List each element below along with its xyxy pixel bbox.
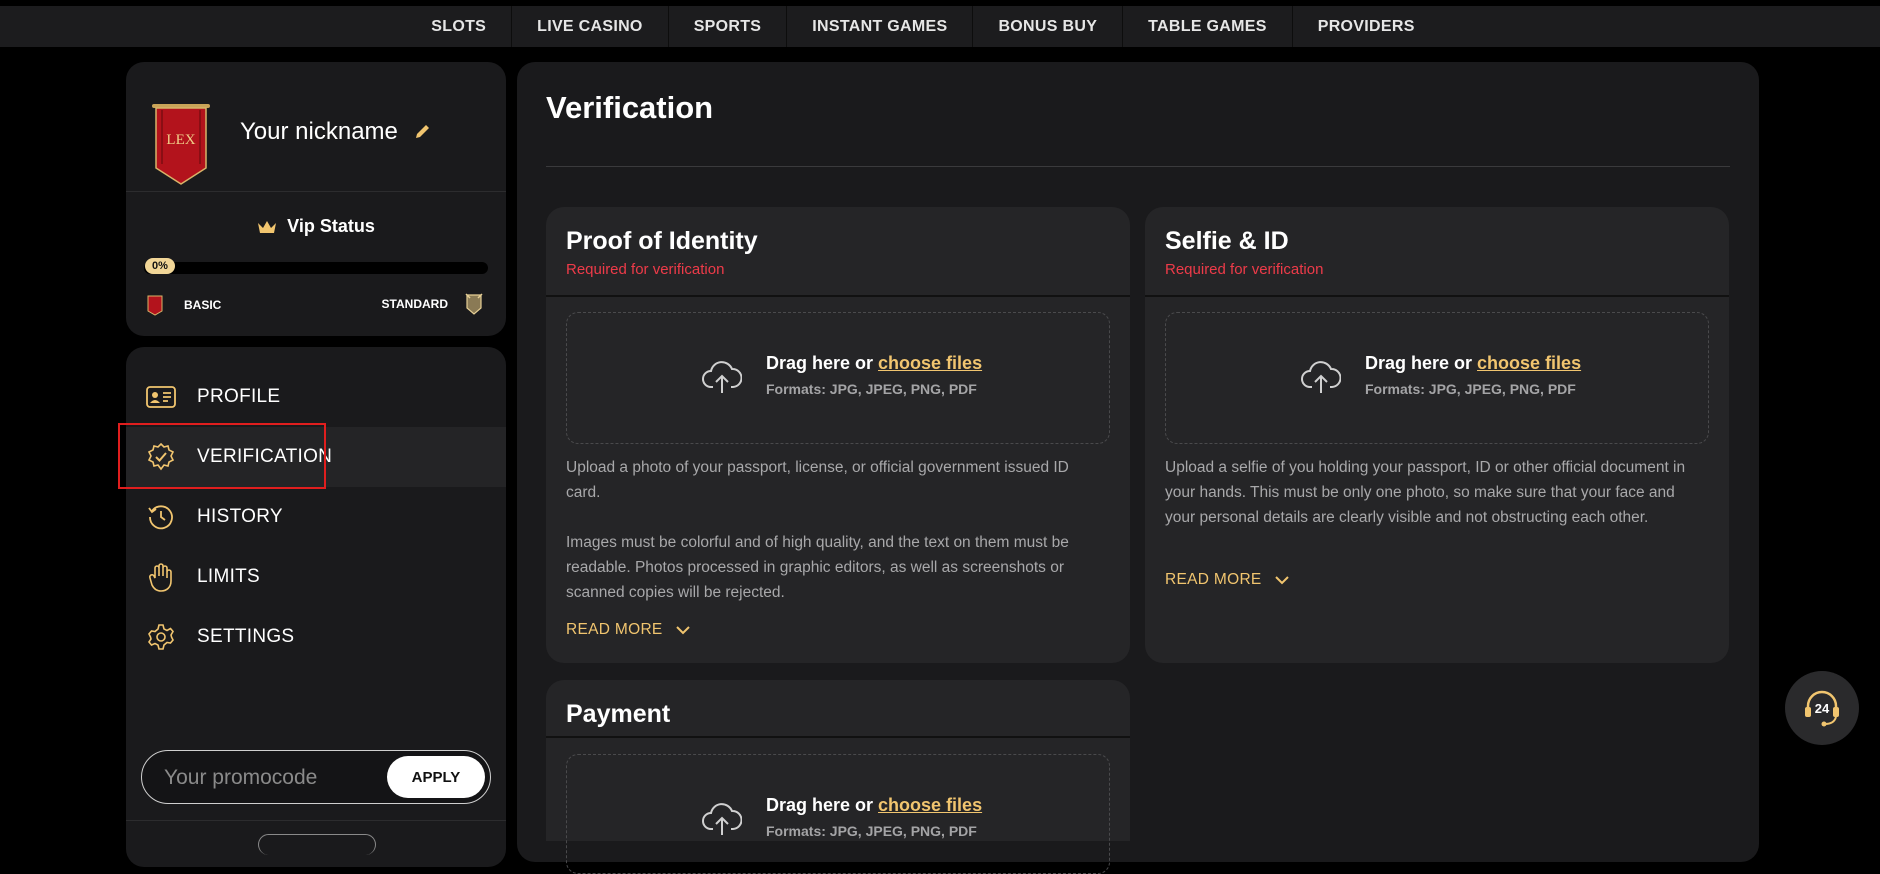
chevron-down-icon: [1274, 576, 1289, 585]
headset-support-icon: 24: [1805, 690, 1839, 727]
tab-table-games[interactable]: TABLE GAMES: [1123, 6, 1293, 47]
formats-label: Formats: JPG, JPEG, PNG, PDF: [766, 823, 977, 839]
support-chat-button[interactable]: 24: [1785, 671, 1859, 745]
required-label: Required for verification: [1165, 261, 1324, 278]
menu-item-label: LIMITS: [197, 566, 261, 587]
card-title: Proof of Identity: [566, 227, 758, 255]
cloud-upload-icon: [702, 361, 742, 393]
vip-status: Vip Status: [126, 216, 506, 237]
basic-level-icon: [147, 295, 163, 316]
crown-icon: [258, 220, 277, 233]
read-more-label: READ MORE: [566, 621, 663, 638]
vip-progress-percent: 0%: [145, 258, 175, 274]
tab-sports[interactable]: SPORTS: [669, 6, 788, 47]
menu-item-limits[interactable]: LIMITS: [126, 547, 506, 607]
vip-progress-bar: [144, 262, 488, 274]
cloud-upload-icon: [702, 803, 742, 835]
required-label: Required for verification: [566, 261, 725, 278]
read-more-label: READ MORE: [1165, 571, 1262, 588]
proof-of-identity-card: Proof of Identity Required for verificat…: [546, 207, 1130, 663]
id-card-icon: [145, 381, 177, 413]
hand-icon: [145, 561, 177, 593]
tab-bonus-buy[interactable]: BONUS BUY: [973, 6, 1124, 47]
tab-instant-games[interactable]: INSTANT GAMES: [787, 6, 974, 47]
tab-live-casino[interactable]: LIVE CASINO: [512, 6, 669, 47]
verified-badge-icon: [145, 441, 177, 473]
bottom-pill-button[interactable]: [258, 834, 376, 855]
top-nav: SLOTS LIVE CASINO SPORTS INSTANT GAMES B…: [0, 0, 1880, 47]
menu-item-settings[interactable]: SETTINGS: [126, 607, 506, 667]
card-title: Payment: [566, 700, 671, 728]
dropzone-text: Drag here or choose files: [766, 795, 982, 816]
drag-label: Drag here or: [766, 795, 879, 815]
vip-status-label: Vip Status: [287, 216, 375, 236]
page-title: Verification: [546, 90, 714, 125]
choose-files-link[interactable]: choose files: [878, 353, 982, 373]
menu-item-label: PROFILE: [197, 386, 281, 407]
drag-label: Drag here or: [1365, 353, 1478, 373]
level-standard-label: STANDARD: [381, 297, 448, 311]
file-dropzone[interactable]: Drag here or choose files Formats: JPG, …: [566, 754, 1110, 874]
apply-button[interactable]: APPLY: [387, 756, 485, 798]
lex-banner-logo: LEX: [152, 104, 210, 185]
level-basic-label: BASIC: [184, 298, 222, 312]
payment-card: Payment Drag here or choose files Format…: [546, 680, 1130, 874]
choose-files-link[interactable]: choose files: [878, 795, 982, 815]
divider: [126, 820, 506, 821]
menu-item-verification[interactable]: VERIFICATION: [126, 427, 506, 487]
card-description: Upload a selfie of you holding your pass…: [1165, 459, 1686, 526]
menu-item-label: SETTINGS: [197, 626, 295, 647]
file-dropzone[interactable]: Drag here or choose files Formats: JPG, …: [566, 312, 1110, 444]
nickname: Your nickname: [240, 118, 398, 145]
svg-text:24: 24: [1815, 701, 1830, 716]
promocode-form: APPLY: [141, 750, 491, 804]
menu-item-history[interactable]: HISTORY: [126, 487, 506, 547]
selfie-id-card: Selfie & ID Required for verification Dr…: [1145, 207, 1729, 663]
divider: [546, 736, 1130, 738]
card-title: Selfie & ID: [1165, 227, 1289, 255]
divider: [546, 295, 1130, 297]
history-icon: [145, 501, 177, 533]
menu-item-profile[interactable]: PROFILE: [126, 367, 506, 427]
card-description: Upload a photo of your passport, license…: [566, 459, 1069, 501]
card-description: Images must be colorful and of high qual…: [566, 534, 1069, 601]
chevron-down-icon: [675, 626, 690, 635]
svg-text:LEX: LEX: [166, 132, 195, 148]
standard-level-icon: [465, 293, 483, 315]
formats-label: Formats: JPG, JPEG, PNG, PDF: [766, 381, 977, 397]
dropzone-text: Drag here or choose files: [1365, 353, 1581, 374]
cloud-upload-icon: [1301, 361, 1341, 393]
profile-card: LEX Your nickname Vip Status 0% BASIC ST…: [126, 62, 506, 336]
drag-label: Drag here or: [766, 353, 879, 373]
level-standard: STANDARD: [382, 292, 484, 316]
tab-providers[interactable]: PROVIDERS: [1293, 6, 1440, 47]
formats-label: Formats: JPG, JPEG, PNG, PDF: [1365, 381, 1576, 397]
tab-slots[interactable]: SLOTS: [406, 6, 513, 47]
menu-item-label: HISTORY: [197, 506, 283, 527]
divider: [1145, 295, 1729, 297]
pencil-edit-icon[interactable]: [414, 122, 432, 140]
divider: [126, 191, 506, 192]
read-more-button[interactable]: READ MORE: [1165, 571, 1290, 589]
gear-icon: [145, 621, 177, 653]
read-more-button[interactable]: READ MORE: [566, 621, 691, 639]
choose-files-link[interactable]: choose files: [1477, 353, 1581, 373]
menu-item-label: VERIFICATION: [197, 446, 333, 467]
divider: [546, 166, 1730, 167]
file-dropzone[interactable]: Drag here or choose files Formats: JPG, …: [1165, 312, 1709, 444]
promocode-input[interactable]: [162, 761, 366, 795]
level-basic: BASIC: [146, 294, 221, 316]
dropzone-text: Drag here or choose files: [766, 353, 982, 374]
